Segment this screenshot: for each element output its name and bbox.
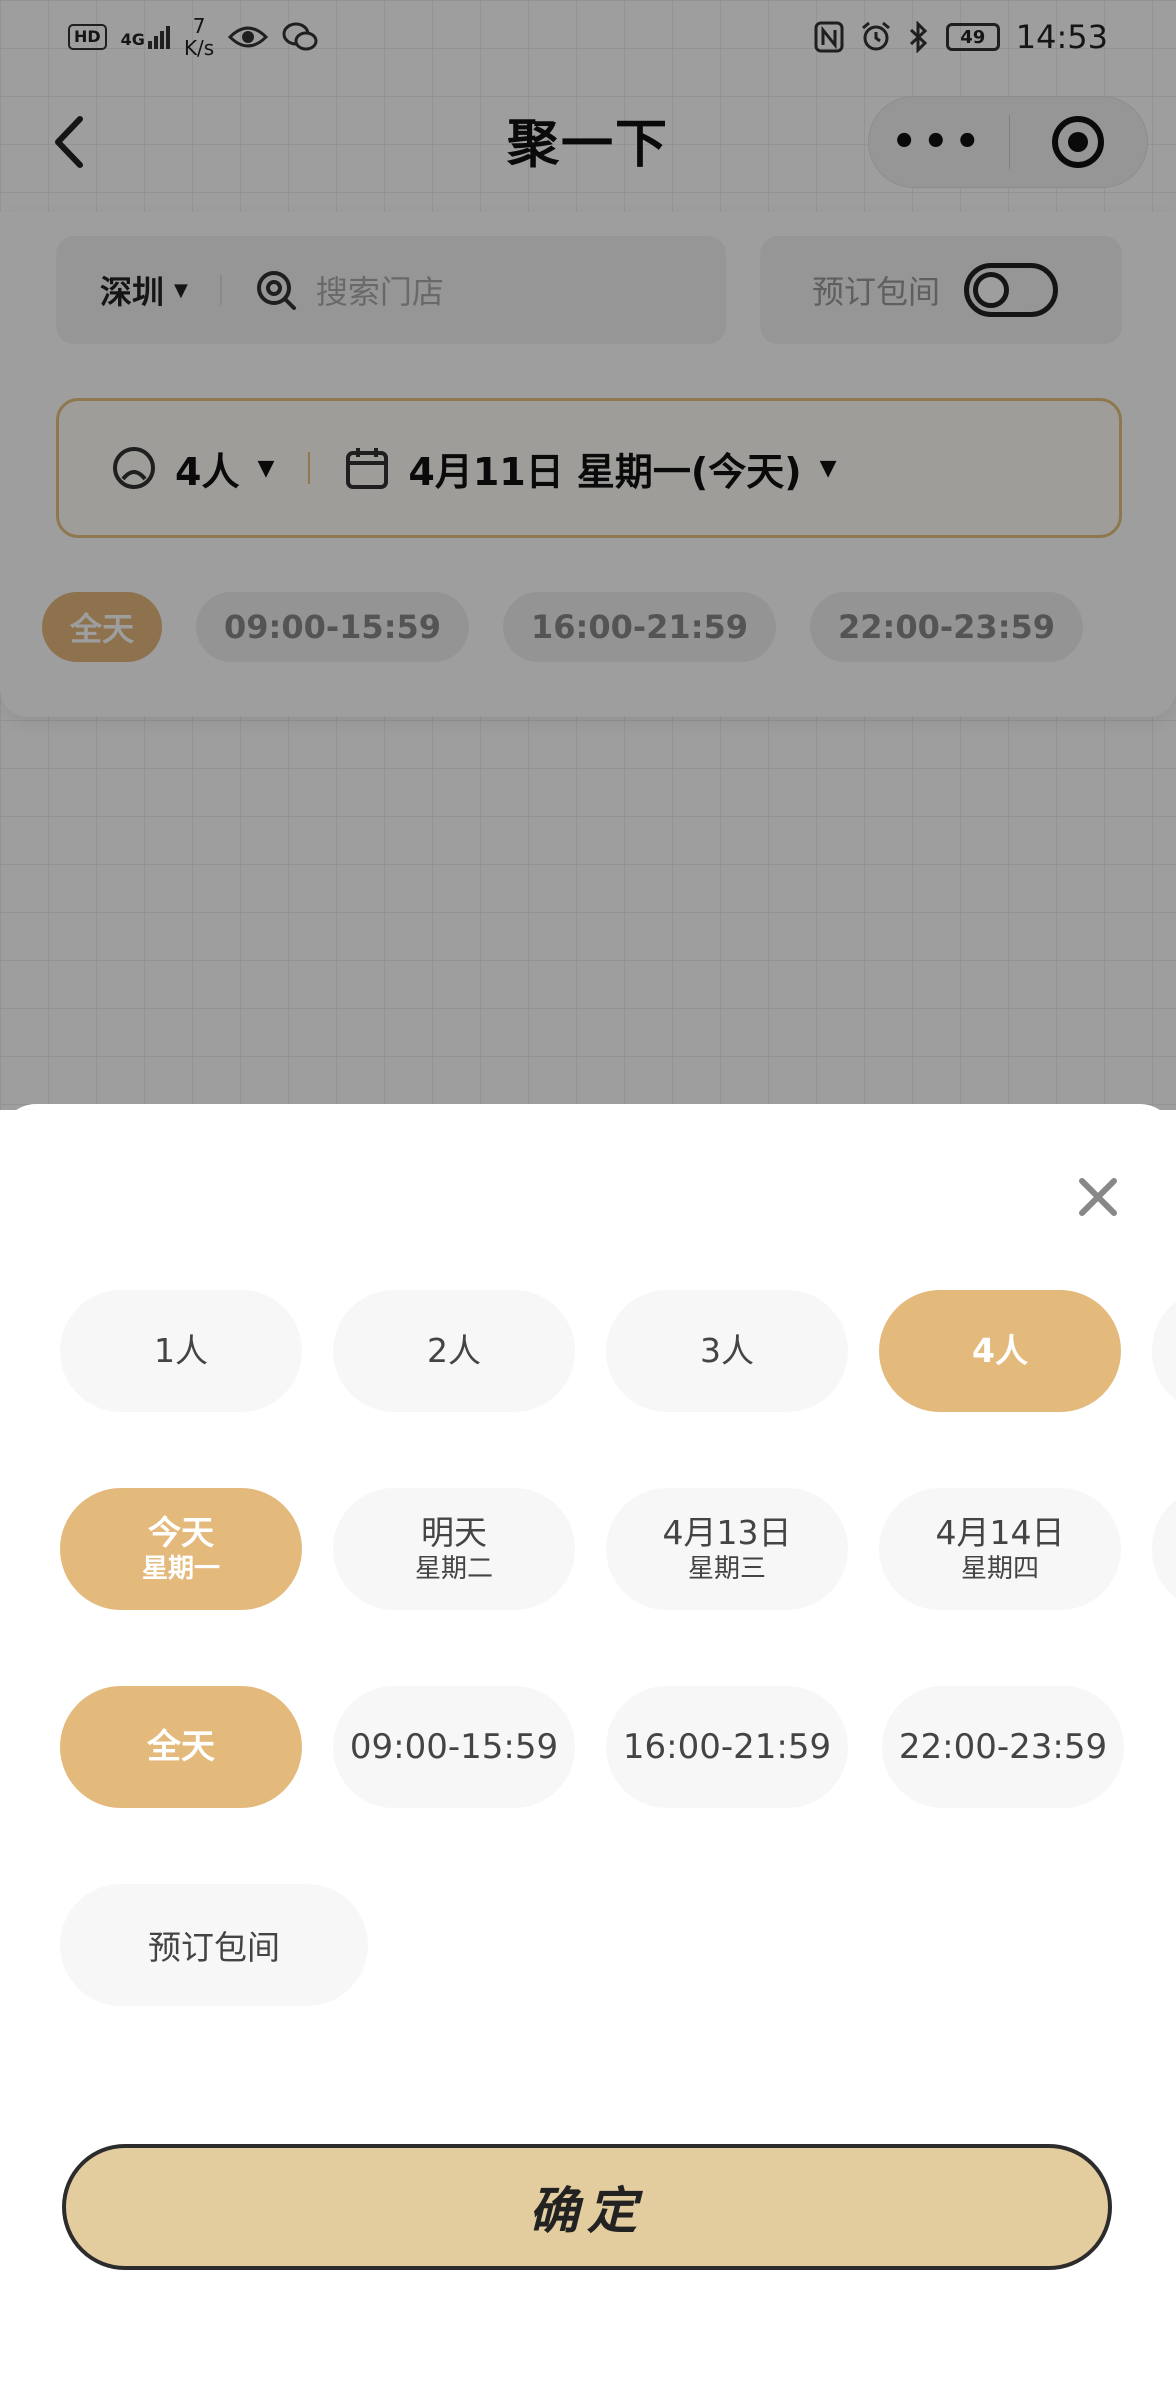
page-root: HD 4G 7 K/s 49 14:53 聚一下 ••• 深圳 ▼ 搜索门店 预… [0,0,1176,2400]
close-icon[interactable] [1070,1169,1126,1225]
people-option-2[interactable]: 2人 [333,1290,575,1412]
people-option-4[interactable]: 4人 [879,1290,1121,1412]
date-option-apr13[interactable]: 4月13日 星期三 [606,1488,848,1610]
time-option-0900-1559[interactable]: 09:00-15:59 [333,1686,575,1808]
people-option-more[interactable] [1152,1290,1176,1412]
date-option-tomorrow[interactable]: 明天 星期二 [333,1488,575,1610]
confirm-button[interactable]: 确定 [62,2144,1112,2270]
selection-sheet: 1人 2人 3人 4人 今天 星期一 明天 星期二 4月13日 星期三 4月14… [0,1104,1176,2400]
time-option-all-day[interactable]: 全天 [60,1686,302,1808]
date-option-today[interactable]: 今天 星期一 [60,1488,302,1610]
time-option-1600-2159[interactable]: 16:00-21:59 [606,1686,848,1808]
people-option-3[interactable]: 3人 [606,1290,848,1412]
room-option[interactable]: 预订包间 [60,1884,368,2006]
date-option-apr14[interactable]: 4月14日 星期四 [879,1488,1121,1610]
people-option-1[interactable]: 1人 [60,1290,302,1412]
time-option-2200-2359[interactable]: 22:00-23:59 [882,1686,1124,1808]
modal-overlay[interactable] [0,0,1176,1110]
date-option-more[interactable] [1152,1488,1176,1610]
